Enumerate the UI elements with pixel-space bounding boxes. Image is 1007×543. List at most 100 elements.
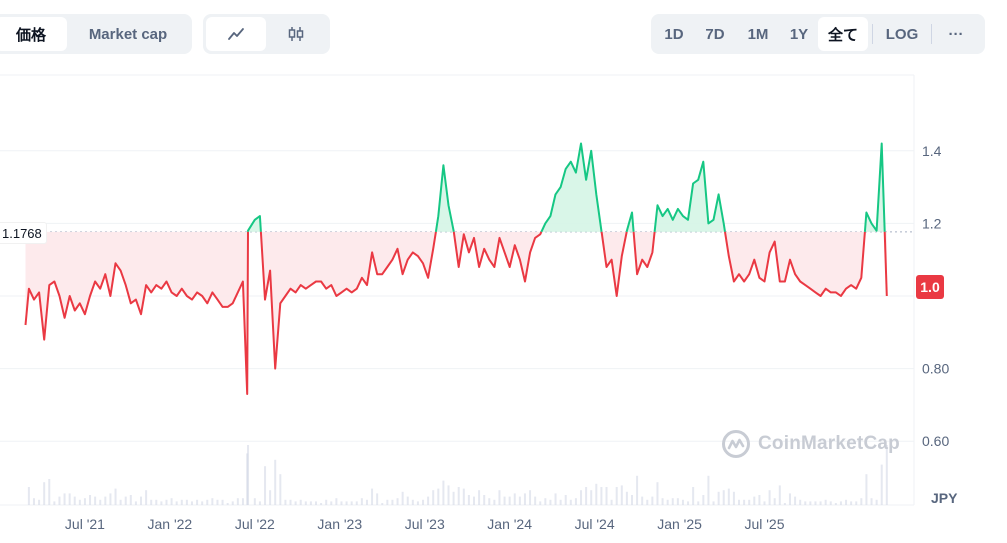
volume-bar [809, 501, 812, 505]
volume-bar [89, 495, 92, 505]
volume-bar [155, 499, 158, 505]
volume-bar [422, 499, 425, 505]
volume-bar [702, 495, 705, 505]
volume-bar [636, 475, 639, 505]
volume-bar [68, 493, 71, 505]
volume-bar [875, 499, 878, 505]
volume-bar [241, 498, 244, 505]
volume-bar [269, 490, 272, 505]
volume-bar [221, 499, 224, 505]
volume-bar [94, 496, 97, 505]
area-below-baseline [260, 231, 436, 369]
volume-bar [350, 501, 353, 505]
watermark-text: CoinMarketCap [758, 433, 900, 454]
volume-bar [773, 498, 776, 505]
volume-bar [743, 499, 746, 505]
volume-bar [646, 499, 649, 505]
coinmarketcap-watermark: CoinMarketCap [721, 429, 900, 459]
volume-bar [554, 493, 557, 505]
volume-bar [247, 445, 250, 505]
volume-bar [236, 498, 239, 505]
volume-bar [829, 501, 832, 505]
volume-bar [442, 480, 445, 505]
volume-bar [38, 499, 41, 505]
x-tick-label: Jan '22 [148, 516, 193, 532]
volume-bar [788, 493, 791, 505]
volume-bar [129, 495, 132, 505]
volume-bar [462, 488, 465, 505]
volume-bar [170, 498, 173, 505]
volume-bar [671, 498, 674, 505]
reference-price-label: 1.1768 [0, 223, 46, 243]
volume-bar [732, 491, 735, 505]
volume-bar [467, 495, 470, 505]
volume-bar [681, 499, 684, 505]
volume-bar [452, 491, 455, 505]
volume-bar [27, 487, 30, 505]
volume-bar [513, 493, 516, 505]
volume-bar [600, 487, 603, 505]
volume-bar [289, 499, 292, 505]
volume-bar [32, 498, 35, 505]
volume-bar [539, 501, 542, 505]
volume-bar [768, 490, 771, 505]
volume-bar [406, 496, 409, 505]
current-price-tag: 1.0 [916, 275, 944, 299]
volume-bar [819, 501, 822, 505]
volume-bar [196, 499, 199, 505]
volume-bar [58, 496, 61, 505]
volume-bar [717, 491, 720, 505]
x-tick-label: Jul '24 [575, 516, 615, 532]
volume-bar [855, 501, 858, 505]
volume-bar [258, 501, 261, 505]
volume-bar [666, 499, 669, 505]
volume-bar [124, 496, 127, 505]
volume-bar [712, 501, 715, 505]
volume-bar [185, 499, 188, 505]
volume-bar [630, 495, 633, 505]
volume-bar [687, 501, 690, 505]
volume-bar [457, 487, 460, 505]
volume-bar [345, 501, 348, 505]
volume-bar [83, 498, 86, 505]
volume-bar [145, 490, 148, 505]
volume-bar [401, 491, 404, 505]
volume-bar [447, 485, 450, 505]
volume-bar [814, 501, 817, 505]
volume-bar [427, 496, 430, 505]
volume-bar [472, 496, 475, 505]
volume-bar [483, 495, 486, 505]
coinmarketcap-logo-icon [722, 430, 750, 458]
volume-bar [758, 495, 761, 505]
x-tick-label: Jul '21 [65, 516, 105, 532]
volume-bar [279, 474, 282, 505]
volume-bar [391, 499, 394, 505]
volume-bar [73, 496, 76, 505]
volume-bar [569, 499, 572, 505]
price-chart[interactable]: 1.4 1.2 0.80 0.60 Jul '21 Jan '22 Jul '22 Jan … [0, 0, 1007, 543]
volume-bar [78, 499, 81, 505]
volume-bar [799, 499, 802, 505]
volume-bar [860, 498, 863, 505]
area-below-baseline [453, 231, 542, 282]
volume-bar [206, 499, 209, 505]
volume-bar [610, 499, 613, 505]
volume-bar [778, 485, 781, 505]
volume-bar [294, 501, 297, 505]
volume-bar [253, 498, 256, 505]
volume-bar [335, 498, 338, 505]
volume-bar [99, 499, 102, 505]
volume-bar [53, 501, 56, 505]
volume-bar [534, 496, 537, 505]
volume-bar [488, 498, 491, 505]
volume-bar [615, 487, 618, 505]
y-tick-label: 0.60 [922, 433, 949, 449]
volume-bar [365, 499, 368, 505]
area-above-baseline [654, 161, 725, 232]
volume-bar [590, 490, 593, 505]
volume-bar [180, 499, 183, 505]
volume-bar [783, 503, 786, 505]
volume-bar [508, 496, 511, 505]
volume-bar [109, 493, 112, 505]
volume-bar [299, 499, 302, 505]
